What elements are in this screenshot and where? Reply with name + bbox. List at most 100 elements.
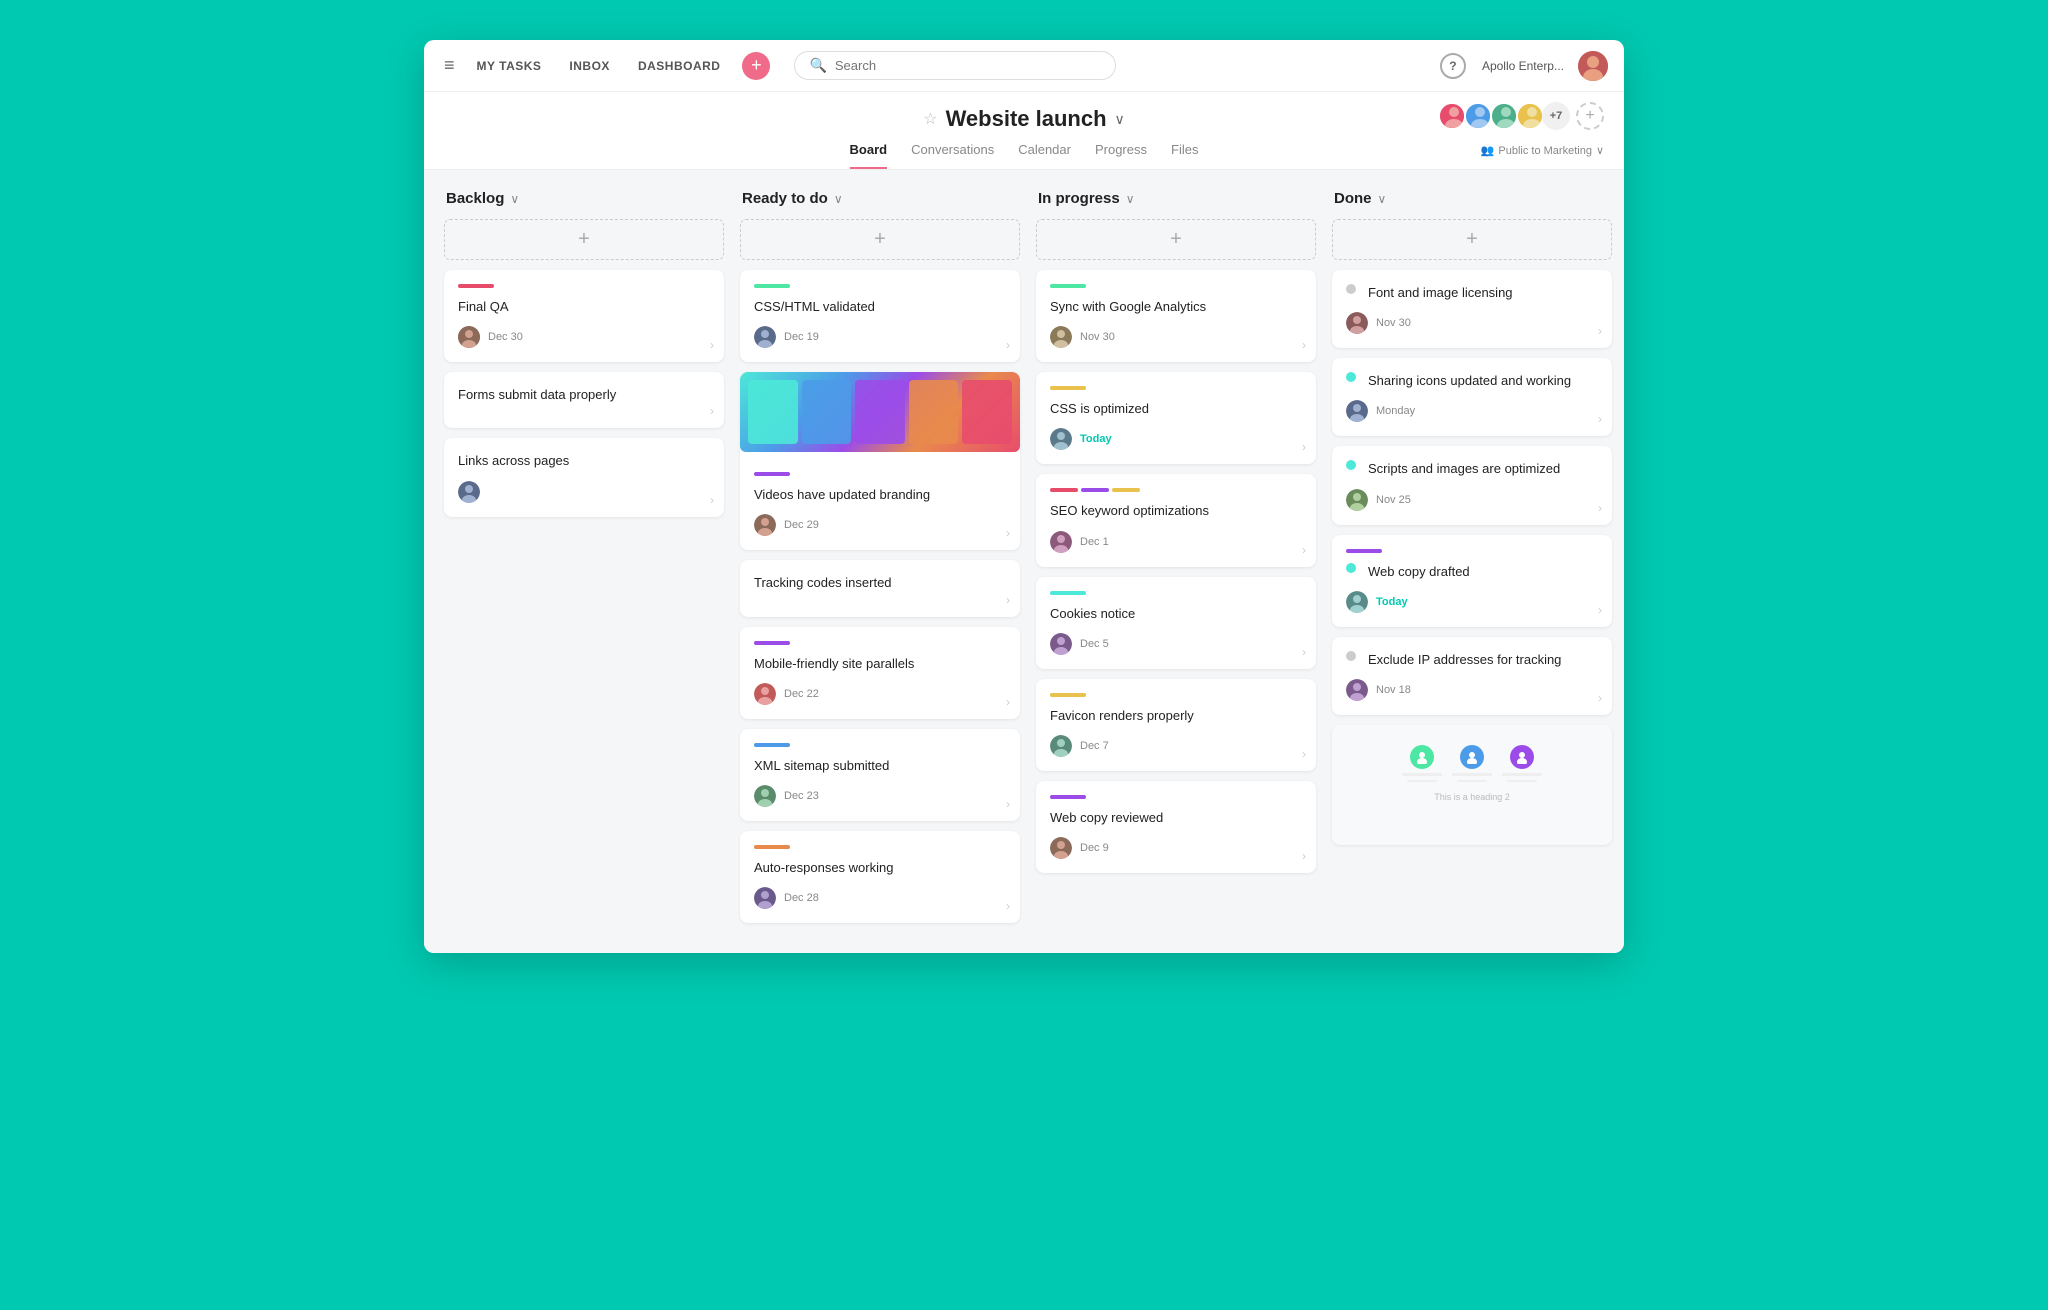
card-expand-scripts[interactable]: ›	[1598, 501, 1602, 515]
swatch-blue	[802, 380, 852, 444]
swatch-teal	[748, 380, 798, 444]
seo-bar-yellow	[1112, 488, 1140, 492]
card-expand-css-html[interactable]: ›	[1006, 338, 1010, 352]
card-expand-sharing[interactable]: ›	[1598, 412, 1602, 426]
card-xml-sitemap: XML sitemap submitted Dec 23 ›	[740, 729, 1020, 821]
tab-conversations[interactable]: Conversations	[911, 142, 994, 169]
card-date-xml: Dec 23	[784, 790, 819, 802]
card-expand-seo[interactable]: ›	[1302, 543, 1306, 557]
card-avatar-seo	[1050, 531, 1072, 553]
user-avatar[interactable]	[1578, 51, 1608, 81]
done-chevron[interactable]: ∨	[1378, 192, 1387, 206]
card-footer-drafted: Today	[1346, 591, 1598, 613]
card-footer-videos: Dec 29	[754, 514, 1006, 536]
card-bar-mobile	[754, 641, 790, 645]
card-expand-font[interactable]: ›	[1598, 324, 1602, 338]
card-bar-cookies	[1050, 591, 1086, 595]
card-bar-sync	[1050, 284, 1086, 288]
add-card-done[interactable]: +	[1332, 219, 1612, 260]
add-card-ready[interactable]: +	[740, 219, 1020, 260]
card-expand-mobile[interactable]: ›	[1006, 695, 1010, 709]
column-header-ready: Ready to do ∨	[740, 190, 1020, 207]
tab-calendar[interactable]: Calendar	[1018, 142, 1071, 169]
card-bar-web-copy	[1050, 795, 1086, 799]
card-title-exclude: Exclude IP addresses for tracking	[1368, 651, 1561, 669]
card-date-drafted: Today	[1376, 596, 1408, 608]
card-expand-links[interactable]: ›	[710, 493, 714, 507]
card-title-videos: Videos have updated branding	[754, 486, 1006, 504]
inbox-link[interactable]: INBOX	[559, 59, 620, 73]
card-favicon: Favicon renders properly Dec 7 ›	[1036, 679, 1316, 771]
card-expand-drafted[interactable]: ›	[1598, 603, 1602, 617]
project-title-row: ☆ Website launch ∨	[923, 106, 1125, 132]
card-css-html: CSS/HTML validated Dec 19 ›	[740, 270, 1020, 362]
card-expand-auto[interactable]: ›	[1006, 899, 1010, 913]
member-avatar-2[interactable]	[1464, 102, 1492, 130]
project-header: +7 + ☆ Website launch ∨ Board Conversati…	[424, 92, 1624, 170]
progress-chevron[interactable]: ∨	[1126, 192, 1135, 206]
card-avatar-sync	[1050, 326, 1072, 348]
card-footer-auto: Dec 28	[754, 887, 1006, 909]
column-backlog: Backlog ∨ + Final QA Dec 30 › Forms subm…	[444, 190, 724, 933]
search-input[interactable]	[835, 58, 1101, 73]
swatch-orange	[909, 380, 959, 444]
add-card-backlog[interactable]: +	[444, 219, 724, 260]
card-expand-final-qa[interactable]: ›	[710, 338, 714, 352]
card-expand-tracking[interactable]: ›	[1006, 593, 1010, 607]
member-avatar-4[interactable]	[1516, 102, 1544, 130]
card-font-image: Font and image licensing Nov 30 ›	[1332, 270, 1612, 348]
card-title-xml: XML sitemap submitted	[754, 757, 1006, 775]
card-avatar-mobile	[754, 683, 776, 705]
seo-color-bars	[1050, 488, 1302, 492]
card-avatar-css-html	[754, 326, 776, 348]
card-expand-favicon[interactable]: ›	[1302, 747, 1306, 761]
card-bar-xml	[754, 743, 790, 747]
card-footer-css-html: Dec 19	[754, 326, 1006, 348]
card-footer-sharing: Monday	[1346, 400, 1598, 422]
member-avatar-3[interactable]	[1490, 102, 1518, 130]
card-expand-xml[interactable]: ›	[1006, 797, 1010, 811]
card-css-optimized: CSS is optimized Today ›	[1036, 372, 1316, 464]
card-expand-cookies[interactable]: ›	[1302, 645, 1306, 659]
my-tasks-link[interactable]: MY TASKS	[467, 59, 552, 73]
add-member-button[interactable]: +	[1576, 102, 1604, 130]
card-date-scripts: Nov 25	[1376, 494, 1411, 506]
tab-progress[interactable]: Progress	[1095, 142, 1147, 169]
privacy-row[interactable]: 👥 Public to Marketing ∨	[1481, 144, 1604, 157]
card-expand-videos[interactable]: ›	[1006, 526, 1010, 540]
card-title-seo: SEO keyword optimizations	[1050, 502, 1302, 520]
tab-board[interactable]: Board	[850, 142, 888, 169]
card-bar-final-qa	[458, 284, 494, 288]
star-icon[interactable]: ☆	[923, 109, 937, 129]
ready-chevron[interactable]: ∨	[834, 192, 843, 206]
dashboard-link[interactable]: DASHBOARD	[628, 59, 731, 73]
add-task-button[interactable]: +	[742, 52, 770, 80]
members-count-badge: +7	[1542, 102, 1570, 130]
add-card-progress[interactable]: +	[1036, 219, 1316, 260]
backlog-chevron[interactable]: ∨	[510, 192, 519, 206]
card-expand-sync[interactable]: ›	[1302, 338, 1306, 352]
card-expand-forms[interactable]: ›	[710, 404, 714, 418]
card-avatar-scripts	[1346, 489, 1368, 511]
card-date-exclude: Nov 18	[1376, 684, 1411, 696]
card-expand-css-opt[interactable]: ›	[1302, 440, 1306, 454]
card-title-auto: Auto-responses working	[754, 859, 1006, 877]
card-expand-web-copy[interactable]: ›	[1302, 849, 1306, 863]
hamburger-icon[interactable]: ≡	[440, 51, 459, 80]
card-title-sync: Sync with Google Analytics	[1050, 298, 1302, 316]
card-title-forms-submit: Forms submit data properly	[458, 386, 710, 404]
card-expand-exclude[interactable]: ›	[1598, 691, 1602, 705]
card-title-sharing: Sharing icons updated and working	[1368, 372, 1571, 390]
help-button[interactable]: ?	[1440, 53, 1466, 79]
member-avatar-1[interactable]	[1438, 102, 1466, 130]
card-date-mobile: Dec 22	[784, 688, 819, 700]
videos-color-bars	[754, 472, 1006, 476]
card-footer-links-across	[458, 481, 710, 503]
column-title-done: Done	[1334, 190, 1372, 207]
card-date-font: Nov 30	[1376, 317, 1411, 329]
project-title-chevron[interactable]: ∨	[1115, 111, 1125, 128]
bar-purple-videos	[754, 472, 790, 476]
tab-files[interactable]: Files	[1171, 142, 1198, 169]
card-avatar-exclude	[1346, 679, 1368, 701]
search-bar[interactable]: 🔍	[794, 51, 1116, 80]
